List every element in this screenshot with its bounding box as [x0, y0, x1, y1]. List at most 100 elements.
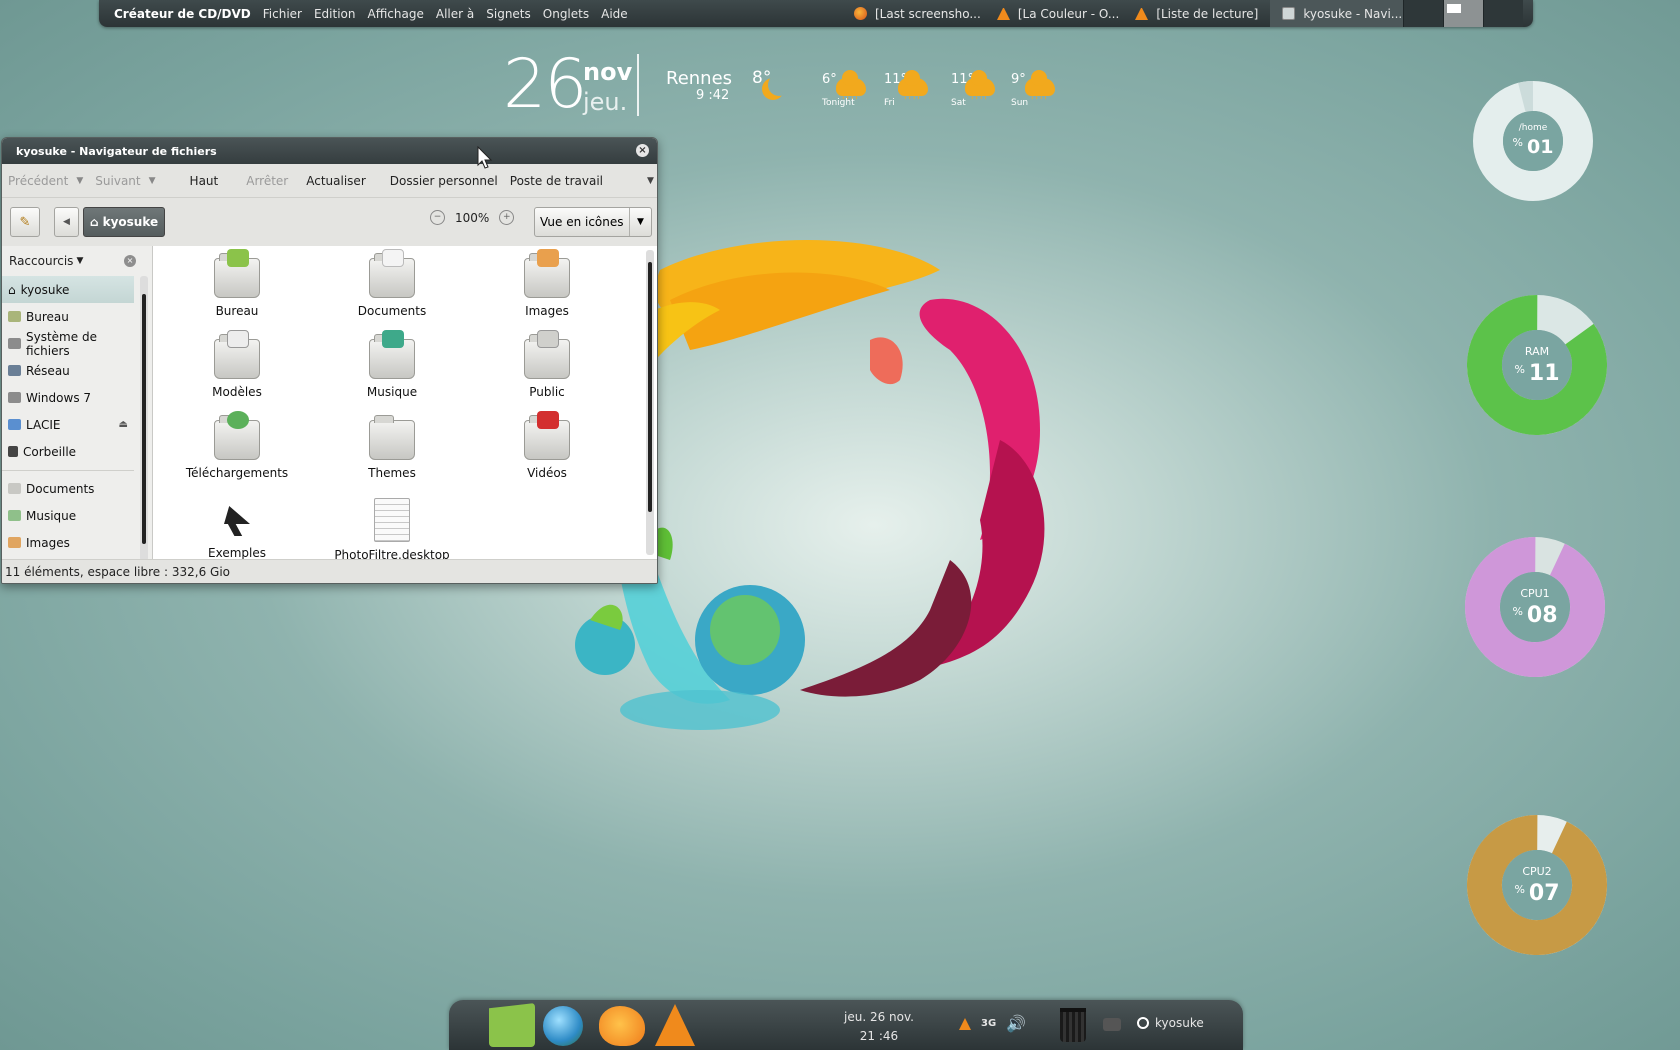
- menu-edition[interactable]: Edition: [314, 7, 356, 21]
- menu-onglets[interactable]: Onglets: [543, 7, 589, 21]
- edit-location-button[interactable]: ✎: [10, 207, 40, 237]
- file-item[interactable]: Public: [477, 330, 617, 399]
- active-app-name[interactable]: Créateur de CD/DVD: [114, 7, 251, 21]
- up-button[interactable]: Haut: [184, 174, 225, 188]
- file-item[interactable]: Musique: [322, 330, 462, 399]
- home-icon: ⌂: [8, 282, 16, 297]
- clock-month: nov: [583, 58, 633, 86]
- sidebar-bookmark-images[interactable]: Images: [2, 529, 134, 556]
- task-label: [La Couleur - O...: [1017, 6, 1120, 21]
- close-sidebar-icon[interactable]: ×: [124, 255, 136, 267]
- sidebar-item-bureau[interactable]: Bureau: [2, 303, 134, 330]
- file-item[interactable]: PhotoFiltre.desktop: [322, 498, 462, 562]
- path-button-home[interactable]: ⌂ kyosuke: [83, 207, 166, 237]
- user-menu[interactable]: kyosuke: [1137, 1016, 1204, 1030]
- forecast-sun: 9° '''' Sun: [1011, 68, 1055, 108]
- gauge-value: % 08: [1465, 603, 1605, 628]
- task-firefox[interactable]: [Last screensho...: [854, 7, 981, 21]
- vlc-launcher-icon[interactable]: [655, 1004, 695, 1046]
- bird-launcher-icon[interactable]: [599, 1006, 645, 1046]
- sidebar-header[interactable]: Raccourcis ▼ ×: [2, 246, 152, 276]
- file-item[interactable]: Bureau: [167, 249, 307, 318]
- toolbar-overflow-button[interactable]: ▼: [641, 176, 657, 186]
- sidebar-item-network[interactable]: Réseau: [2, 357, 134, 384]
- folder-music-icon: [369, 330, 415, 379]
- sidebar-item-label: Réseau: [26, 363, 70, 378]
- file-item[interactable]: Documents: [322, 249, 462, 318]
- sidebar-item-trash[interactable]: Corbeille: [2, 438, 134, 465]
- globe-launcher-icon[interactable]: [543, 1006, 583, 1046]
- sidebar-item-lacie[interactable]: LACIE ⏏: [2, 411, 134, 438]
- status-text: 11 éléments, espace libre : 332,6 Gio: [5, 564, 230, 579]
- network-3g-icon[interactable]: 3G: [981, 1018, 996, 1029]
- percent-sign: %: [1512, 136, 1523, 149]
- task-vlc-couleur[interactable]: [La Couleur - O...: [996, 6, 1120, 21]
- workspace-1[interactable]: [1403, 0, 1443, 27]
- vlc-tray-icon[interactable]: [959, 1017, 971, 1030]
- task-vlc-playlist[interactable]: [Liste de lecture]: [1135, 7, 1258, 21]
- folder-icon: [8, 483, 21, 494]
- weather-city: Rennes: [666, 68, 733, 89]
- rain-cloud-icon: [965, 70, 995, 96]
- menu-fichier[interactable]: Fichier: [263, 7, 302, 21]
- chevron-down-icon[interactable]: ▼: [76, 176, 83, 186]
- forecast-label: Fri: [884, 98, 895, 108]
- sidebar-item-label: kyosuke: [20, 282, 70, 297]
- menu-affichage[interactable]: Affichage: [368, 7, 424, 21]
- forward-button[interactable]: Suivant ▼: [89, 174, 161, 188]
- sidebar-item-windows7[interactable]: Windows 7: [2, 384, 134, 411]
- volume-icon[interactable]: 🔊: [1006, 1014, 1026, 1033]
- sidebar-item-filesystem[interactable]: Système de fichiers: [2, 330, 134, 358]
- eject-icon[interactable]: ⏏: [119, 419, 128, 430]
- menu-signets[interactable]: Signets: [486, 7, 531, 21]
- path-left-button[interactable]: ◀: [54, 207, 79, 237]
- file-item[interactable]: Themes: [322, 415, 462, 480]
- menu-aller-a[interactable]: Aller à: [436, 7, 474, 21]
- icon-view-scrollbar[interactable]: [646, 250, 654, 555]
- back-button[interactable]: Précédent ▼: [2, 174, 89, 188]
- percent-sign: %: [1514, 883, 1525, 896]
- taskbar: [Last screensho... [La Couleur - O... [L…: [854, 0, 1430, 27]
- view-mode-select[interactable]: Vue en icônes ▼: [534, 207, 652, 237]
- file-item[interactable]: Images: [477, 249, 617, 318]
- menu-aide[interactable]: Aide: [601, 7, 628, 21]
- file-item[interactable]: Exemples: [167, 498, 307, 560]
- sidebar-bookmark-music[interactable]: Musique: [2, 502, 134, 529]
- chevron-down-icon: ▼: [629, 208, 651, 236]
- task-file-manager[interactable]: kyosuke - Navi...: [1270, 0, 1415, 27]
- gauge-number: 11: [1528, 361, 1560, 386]
- zoom-in-icon[interactable]: +: [499, 210, 515, 225]
- window-titlebar[interactable]: kyosuke - Navigateur de fichiers ×: [2, 138, 657, 164]
- gauge-label: /home: [1518, 123, 1548, 133]
- zoom-out-icon[interactable]: −: [430, 210, 445, 225]
- reload-button[interactable]: Actualiser: [300, 174, 372, 188]
- file-item[interactable]: Modèles: [167, 330, 307, 399]
- mouse-cursor-icon: [477, 146, 493, 169]
- folder-documents-icon: [369, 249, 415, 298]
- trash-icon: [8, 446, 18, 457]
- computer-button[interactable]: Poste de travail: [504, 174, 609, 188]
- weather-location: Rennes 9 :42: [666, 68, 733, 103]
- folder-videos-icon: [524, 411, 570, 460]
- rain-drops-icon: '''': [1031, 96, 1049, 106]
- android-launcher-icon[interactable]: [489, 1003, 535, 1047]
- home-folder-button[interactable]: Dossier personnel: [384, 174, 504, 188]
- dock-time: 21 :46: [859, 1029, 899, 1043]
- task-label: [Last screensho...: [875, 6, 981, 21]
- chat-icon[interactable]: [1103, 1018, 1121, 1031]
- sidebar-bookmark-documents[interactable]: Documents: [2, 475, 134, 502]
- trash-icon[interactable]: [1060, 1008, 1086, 1042]
- chevron-down-icon[interactable]: ▼: [149, 176, 156, 186]
- folder-icon: [369, 415, 415, 460]
- sidebar-item-label: Bureau: [26, 309, 69, 324]
- sidebar-scrollbar[interactable]: [140, 276, 148, 561]
- dock-clock[interactable]: jeu. 26 nov. 21 :46: [819, 1008, 939, 1046]
- file-item[interactable]: Téléchargements: [167, 411, 307, 480]
- file-item[interactable]: Vidéos: [477, 411, 617, 480]
- close-icon[interactable]: ×: [636, 144, 649, 157]
- folder-music-icon: [8, 510, 21, 521]
- workspace-2[interactable]: [1443, 0, 1483, 27]
- workspace-3[interactable]: [1483, 0, 1523, 27]
- stop-button[interactable]: Arrêter: [240, 174, 294, 188]
- sidebar-item-kyosuke[interactable]: ⌂ kyosuke: [2, 276, 134, 303]
